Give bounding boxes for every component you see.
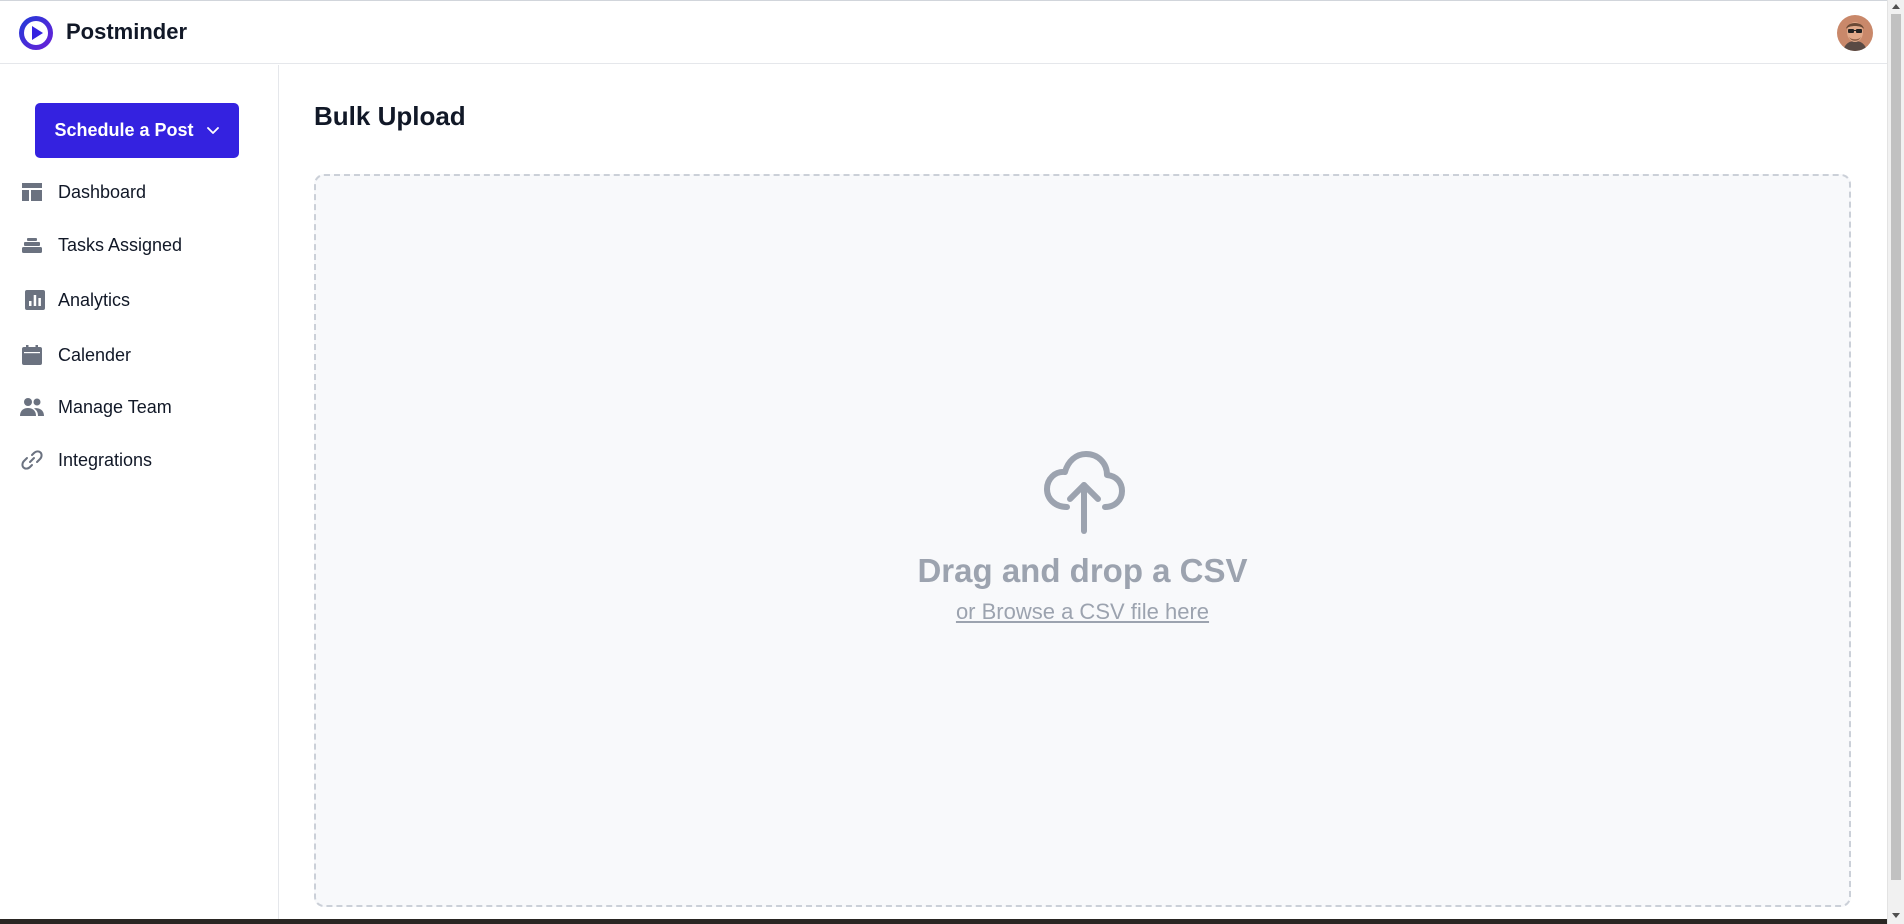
- sidebar-item-dashboard[interactable]: Dashboard: [20, 177, 146, 207]
- cloud-upload-icon: [1043, 451, 1125, 535]
- sidebar-item-label: Integrations: [58, 450, 153, 470]
- sidebar-item-calender[interactable]: Calender: [20, 340, 131, 370]
- browse-csv-link-row: or Browse a CSV file here: [316, 598, 1849, 626]
- sidebar-item-analytics[interactable]: Analytics: [20, 285, 130, 315]
- sidebar-item-manage-team[interactable]: Manage Team: [20, 392, 172, 422]
- app-window: Postminder Schedule a Post Dashboard Tas…: [0, 0, 1887, 920]
- browse-csv-link[interactable]: or Browse a CSV file here: [956, 599, 1209, 624]
- scroll-up-arrow-icon[interactable]: [1892, 4, 1900, 9]
- chevron-down-icon: [206, 120, 220, 141]
- dashboard-icon: [20, 180, 44, 204]
- sidebar-item-label: Dashboard: [58, 182, 147, 202]
- scroll-thumb[interactable]: [1891, 14, 1901, 880]
- stack-icon: [20, 233, 44, 257]
- sidebar-item-tasks-assigned[interactable]: Tasks Assigned: [20, 230, 182, 260]
- vertical-scrollbar[interactable]: [1887, 0, 1904, 924]
- brand-name[interactable]: Postminder: [66, 18, 187, 46]
- link-icon: [20, 448, 44, 472]
- sidebar: Schedule a Post Dashboard Tasks Assigned…: [0, 65, 279, 920]
- dropzone-title: Drag and drop a CSV: [917, 552, 1248, 589]
- people-icon: [20, 395, 44, 419]
- sidebar-item-label: Manage Team: [58, 397, 172, 417]
- top-header: Postminder: [0, 2, 1887, 64]
- schedule-post-label: Schedule a Post: [54, 120, 194, 140]
- background-strip: [0, 919, 1887, 924]
- calendar-icon: [20, 343, 44, 367]
- play-logo-icon[interactable]: [19, 16, 53, 50]
- sidebar-item-label: Tasks Assigned: [58, 235, 183, 255]
- sidebar-item-label: Analytics: [58, 290, 131, 310]
- csv-dropzone[interactable]: Drag and drop a CSV or Browse a CSV file…: [314, 174, 1851, 907]
- page-title: Bulk Upload: [314, 101, 466, 131]
- schedule-post-button[interactable]: Schedule a Post: [35, 103, 239, 158]
- bar-chart-icon: [23, 288, 47, 312]
- sidebar-item-integrations[interactable]: Integrations: [20, 445, 152, 475]
- sidebar-item-label: Calender: [58, 345, 132, 365]
- user-avatar[interactable]: [1837, 15, 1873, 51]
- scroll-down-arrow-icon[interactable]: [1892, 913, 1900, 918]
